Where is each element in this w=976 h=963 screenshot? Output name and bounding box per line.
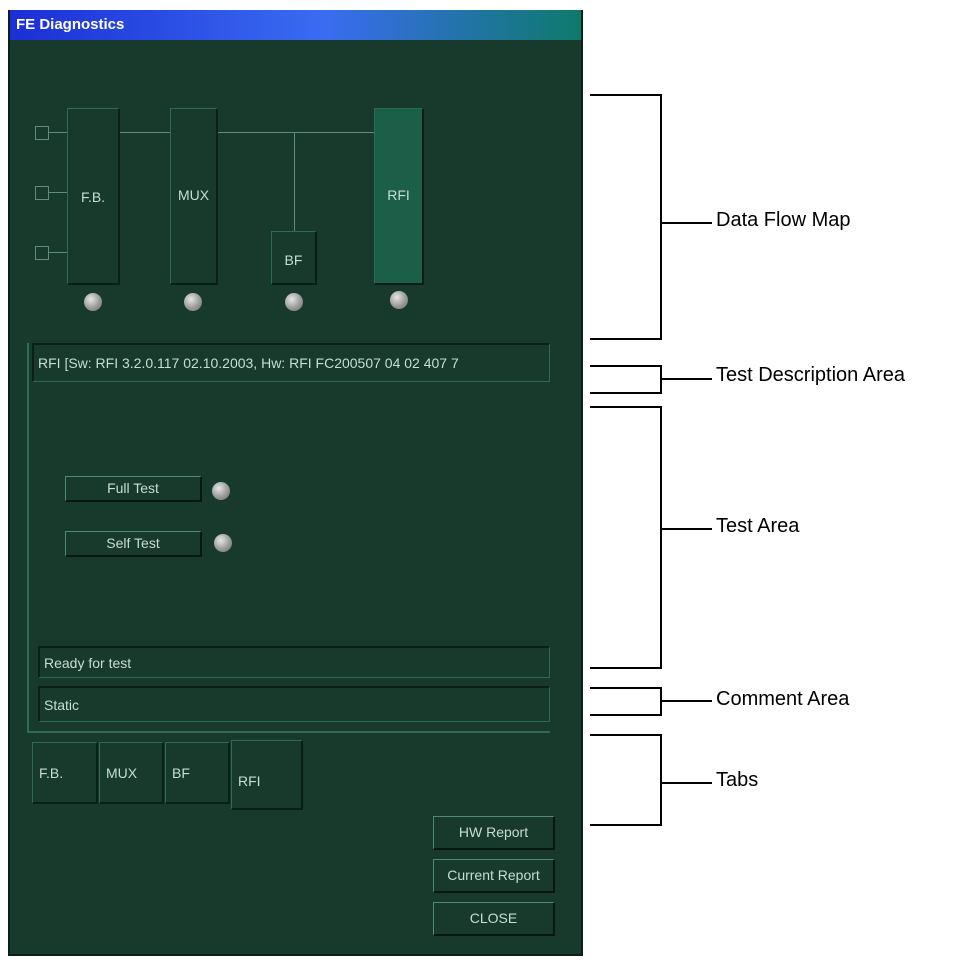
status-field: Ready for test xyxy=(38,646,550,678)
bracket-line xyxy=(660,94,662,340)
full-test-status-led-icon xyxy=(212,482,230,500)
bracket-line xyxy=(662,700,712,702)
connector-line xyxy=(49,192,67,193)
module-bf[interactable]: BF xyxy=(271,231,317,285)
tab-mux[interactable]: MUX xyxy=(99,742,164,804)
test-description-text: RFI [Sw: RFI 3.2.0.117 02.10.2003, Hw: R… xyxy=(38,355,459,371)
bracket-line xyxy=(590,687,662,689)
module-bf-label: BF xyxy=(284,252,303,268)
module-fb-label: F.B. xyxy=(80,189,106,205)
connector-line xyxy=(49,132,67,133)
bracket-line xyxy=(590,824,662,826)
fe-diagnostics-window: FE Diagnostics F.B. MUX BF RFI RFI [Sw: … xyxy=(8,10,583,956)
bracket-line xyxy=(590,714,662,716)
bracket-line xyxy=(662,782,712,784)
label-tabs: Tabs xyxy=(716,769,759,791)
status-led-icon xyxy=(390,291,408,309)
connector-line xyxy=(49,252,67,253)
tab-fb[interactable]: F.B. xyxy=(32,742,98,804)
bracket-line xyxy=(590,338,662,340)
bracket-line xyxy=(590,734,662,736)
self-test-button[interactable]: Self Test xyxy=(65,531,202,557)
status-led-icon xyxy=(84,293,102,311)
tab-fb-label: F.B. xyxy=(39,765,64,781)
self-test-status-led-icon xyxy=(214,534,232,552)
module-fb[interactable]: F.B. xyxy=(67,108,120,285)
bracket-line xyxy=(590,667,662,669)
label-data-flow-map: Data Flow Map xyxy=(716,209,851,231)
bracket-line xyxy=(660,734,662,826)
tab-rfi[interactable]: RFI xyxy=(231,740,303,810)
bracket-line xyxy=(660,406,662,669)
status-text: Ready for test xyxy=(44,654,132,671)
hw-report-button[interactable]: HW Report xyxy=(433,816,555,850)
bracket-line xyxy=(662,222,712,224)
tab-bf-label: BF xyxy=(172,765,190,781)
tab-rfi-label: RFI xyxy=(238,773,261,789)
status-led-icon xyxy=(285,293,303,311)
label-test-description-area: Test Description Area xyxy=(716,364,905,386)
current-report-button[interactable]: Current Report xyxy=(433,859,555,893)
label-comment-area: Comment Area xyxy=(716,688,850,710)
status-led-icon xyxy=(184,293,202,311)
window-title: FE Diagnostics xyxy=(16,16,125,33)
full-test-button[interactable]: Full Test xyxy=(65,476,202,502)
module-rfi[interactable]: RFI xyxy=(374,108,424,285)
test-description-field: RFI [Sw: RFI 3.2.0.117 02.10.2003, Hw: R… xyxy=(32,343,550,382)
bracket-line xyxy=(590,406,662,408)
module-mux-label: MUX xyxy=(177,187,210,203)
title-bar: FE Diagnostics xyxy=(10,10,581,40)
close-button[interactable]: CLOSE xyxy=(433,902,555,936)
input-port-icon xyxy=(35,246,49,260)
label-test-area: Test Area xyxy=(716,515,800,537)
connector-line xyxy=(294,132,295,232)
module-mux[interactable]: MUX xyxy=(170,108,218,285)
bracket-line xyxy=(590,94,662,96)
connector-line xyxy=(218,132,374,133)
connector-line xyxy=(120,132,170,133)
comment-text: Static xyxy=(44,696,80,713)
bracket-line xyxy=(662,378,712,380)
tab-bf[interactable]: BF xyxy=(165,742,230,804)
input-port-icon xyxy=(35,126,49,140)
bracket-line xyxy=(590,392,662,394)
tab-mux-label: MUX xyxy=(106,765,138,781)
bracket-line xyxy=(590,365,662,367)
bracket-line xyxy=(662,528,712,530)
module-rfi-label: RFI xyxy=(387,187,410,203)
input-port-icon xyxy=(35,186,49,200)
comment-field: Static xyxy=(38,686,550,722)
